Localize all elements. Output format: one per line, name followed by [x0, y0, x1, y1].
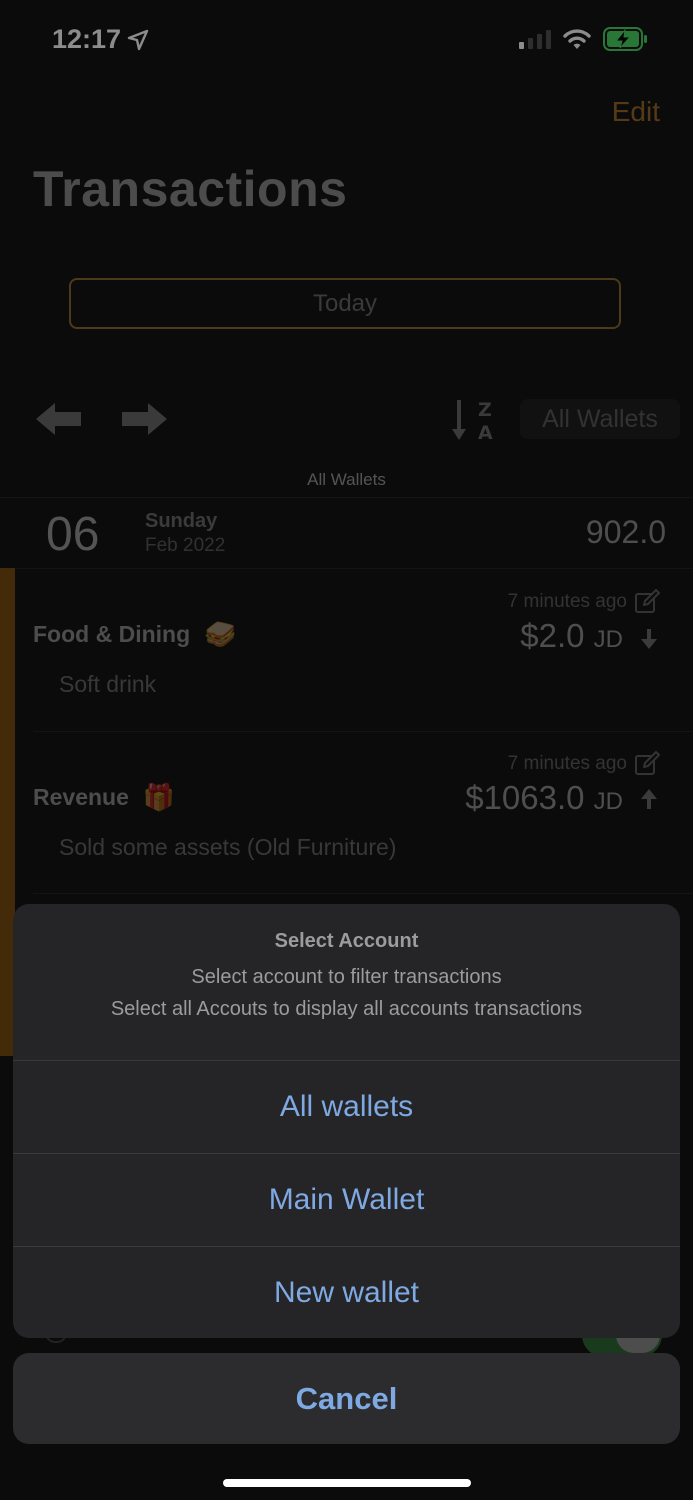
select-account-action-sheet: Select Account Select account to filter …: [13, 904, 680, 1338]
option-new-wallet[interactable]: New wallet: [13, 1247, 680, 1338]
sheet-message-line: Select all Accouts to display all accoun…: [110, 998, 583, 1020]
option-all-wallets[interactable]: All wallets: [13, 1061, 680, 1153]
option-main-wallet[interactable]: Main Wallet: [13, 1154, 680, 1246]
sheet-message-line: Select account to filter transactions: [191, 966, 502, 988]
home-indicator[interactable]: [223, 1479, 471, 1487]
cancel-button-label: Cancel: [295, 1380, 398, 1416]
sheet-title: Select Account: [274, 930, 419, 952]
cancel-button[interactable]: Cancel: [13, 1353, 680, 1444]
